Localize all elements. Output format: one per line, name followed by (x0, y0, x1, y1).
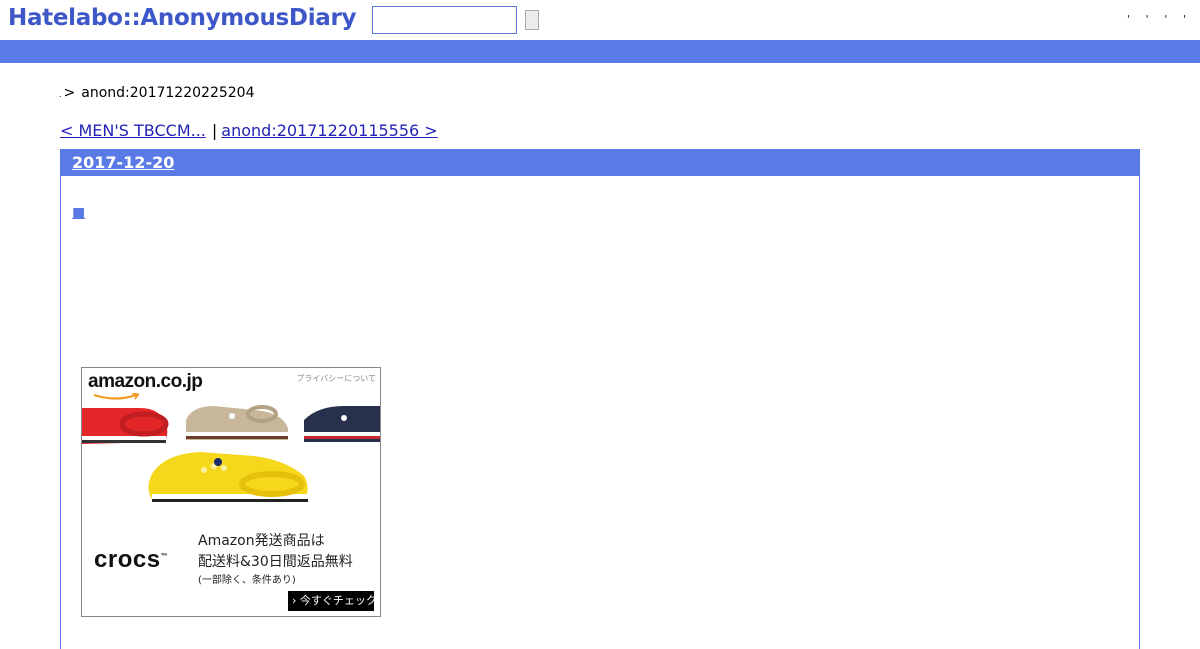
header-link-3[interactable]: ' (1165, 14, 1168, 25)
breadcrumb-current: anond:20171220225204 (81, 85, 255, 101)
header-link-1[interactable]: ' (1127, 14, 1130, 25)
next-entry-link[interactable]: anond:20171220115556 > (221, 121, 437, 140)
header-link-4[interactable]: ' (1183, 14, 1186, 25)
amazon-logo: amazon.co.jp (88, 371, 203, 400)
prev-entry-link[interactable]: < MEN'S TBCCM... (60, 121, 206, 140)
day-date-link[interactable]: 2017-12-20 (72, 153, 174, 172)
header-links: ' ' ' ' (1127, 14, 1186, 25)
breadcrumb: . > anond:20171220225204 (59, 85, 254, 101)
header-bar (0, 40, 1200, 63)
yellow-clog-icon (148, 452, 308, 502)
pager-separator: | (211, 121, 218, 140)
ad-copy-line2: 配送料&30日間返品無料 (198, 554, 353, 570)
header-link-2[interactable]: ' (1146, 14, 1149, 25)
search-button[interactable] (525, 10, 539, 30)
day-section: 2017-12-20 ■ amazon.co.jp プライバシーについて cro… (60, 149, 1140, 649)
amazon-ad-banner[interactable]: amazon.co.jp プライバシーについて crocs™ Amazon発送商… (81, 367, 381, 617)
breadcrumb-arrow: > (63, 85, 76, 101)
crocs-logo: crocs™ (94, 546, 169, 573)
breadcrumb-home[interactable]: . (59, 90, 62, 99)
ad-copy-line3: (一部除く、条件あり) (198, 575, 296, 586)
ad-copy-line1: Amazon発送商品は (198, 533, 325, 549)
entry-permalink-icon[interactable]: ■ (72, 206, 85, 220)
ad-privacy-link[interactable]: プライバシーについて (296, 373, 376, 384)
day-header: 2017-12-20 (61, 150, 1139, 176)
site-header: Hatelabo::AnonymousDiary ' ' ' ' (0, 0, 1200, 40)
tan-clog-icon (186, 405, 288, 440)
search-input[interactable] (372, 6, 517, 34)
pager: < MEN'S TBCCM... | anond:20171220115556 > (60, 121, 438, 140)
crocs-shoes-image (82, 405, 380, 502)
site-logo[interactable]: Hatelabo::AnonymousDiary (8, 5, 357, 31)
red-clog-icon (82, 408, 169, 444)
ad-cta-button[interactable]: › 今すぐチェック (288, 591, 377, 611)
navy-clog-icon (304, 406, 380, 442)
